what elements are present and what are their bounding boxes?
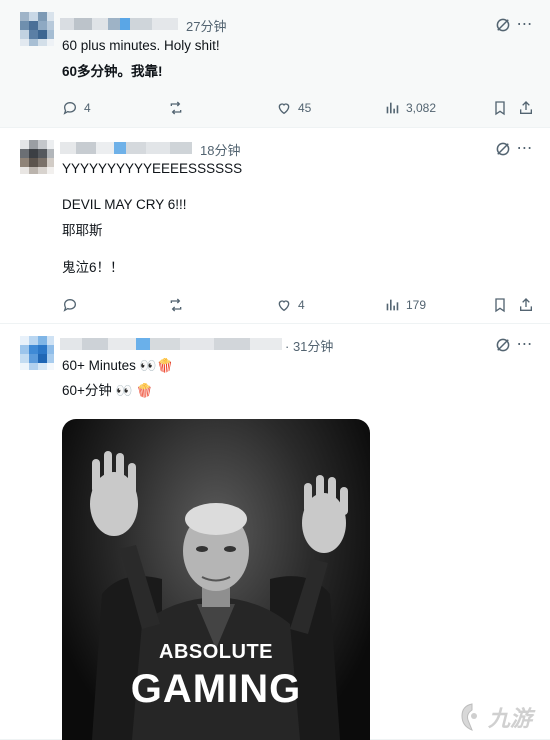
bookmark-button[interactable] <box>492 98 508 118</box>
like-button[interactable]: 4 <box>276 295 305 315</box>
grok-icon[interactable] <box>494 336 512 354</box>
post-text-line: 60+分钟 👀 🍿 <box>62 383 154 398</box>
username-blurred[interactable] <box>60 18 178 30</box>
post-text-line: YYYYYYYYYYEEEESSSSSS <box>62 161 243 176</box>
post[interactable]: 18分钟 ⋯ YYYYYYYYYYEEEESSSSSS DEVIL MAY CR… <box>0 128 550 324</box>
repost-button[interactable] <box>168 295 190 315</box>
avatar[interactable] <box>20 336 54 370</box>
image-caption-line1: ABSOLUTE <box>159 641 273 663</box>
views-icon <box>386 299 399 311</box>
more-icon[interactable]: ⋯ <box>516 140 534 158</box>
post[interactable]: · 31分钟 ⋯ 60+ Minutes 👀🍿 60+分钟 👀 🍿 ABSOLU… <box>0 324 550 740</box>
avatar[interactable] <box>20 12 54 46</box>
svg-text:九游: 九游 <box>487 707 536 732</box>
like-count: 4 <box>298 298 305 312</box>
views-count: 3,082 <box>406 101 437 115</box>
repost-icon <box>170 101 182 115</box>
bookmark-icon <box>495 298 505 313</box>
image-caption-line2: GAMING <box>130 667 302 711</box>
post-timestamp[interactable]: 27分钟 <box>186 16 226 35</box>
bookmark-icon <box>495 101 505 116</box>
views-icon <box>386 102 399 114</box>
bookmark-button[interactable] <box>492 295 508 315</box>
like-count: 45 <box>298 101 312 115</box>
share-button[interactable] <box>518 295 534 315</box>
share-icon <box>520 298 532 311</box>
post-timestamp[interactable]: · 31分钟 <box>285 336 333 355</box>
more-icon[interactable]: ⋯ <box>516 336 534 354</box>
more-icon[interactable]: ⋯ <box>516 16 534 34</box>
grok-icon[interactable] <box>494 140 512 158</box>
reply-button[interactable] <box>62 295 84 315</box>
username-blurred[interactable] <box>60 142 192 154</box>
post-text-line: DEVIL MAY CRY 6!!! <box>62 197 187 212</box>
post[interactable]: 27分钟 ⋯ 60 plus minutes. Holy shit! 60多分钟… <box>0 0 550 128</box>
reply-icon <box>63 101 77 115</box>
views-button[interactable]: 179 <box>384 295 426 315</box>
grok-icon[interactable] <box>494 16 512 34</box>
views-button[interactable]: 3,082 <box>384 98 436 118</box>
post-text-line: 耶耶斯 <box>62 223 103 238</box>
post-media-image[interactable]: ABSOLUTE GAMING <box>62 419 370 740</box>
action-bar: 4 179 <box>62 295 532 315</box>
share-button[interactable] <box>518 98 534 118</box>
reply-icon <box>63 298 77 312</box>
post-text-line: 60+ Minutes 👀🍿 <box>62 358 174 373</box>
like-button[interactable]: 45 <box>276 98 311 118</box>
post-text-line: 鬼泣6！！ <box>62 260 124 275</box>
post-timestamp[interactable]: 18分钟 <box>200 140 240 159</box>
reply-button[interactable]: 4 <box>62 98 91 118</box>
like-icon <box>278 103 290 115</box>
repost-icon <box>170 298 182 312</box>
post-text-line: 60 plus minutes. Holy shit! <box>62 38 220 53</box>
repost-button[interactable] <box>168 98 190 118</box>
like-icon <box>278 300 290 312</box>
jiuyou-watermark-logo: 九游 <box>458 700 548 734</box>
reply-count: 4 <box>84 101 91 115</box>
action-bar: 4 45 3,082 <box>62 98 532 118</box>
username-blurred[interactable] <box>60 338 282 350</box>
share-icon <box>520 101 532 114</box>
avatar[interactable] <box>20 140 54 174</box>
post-text-line: 60多分钟。我靠! <box>62 64 163 79</box>
views-count: 179 <box>406 298 427 312</box>
